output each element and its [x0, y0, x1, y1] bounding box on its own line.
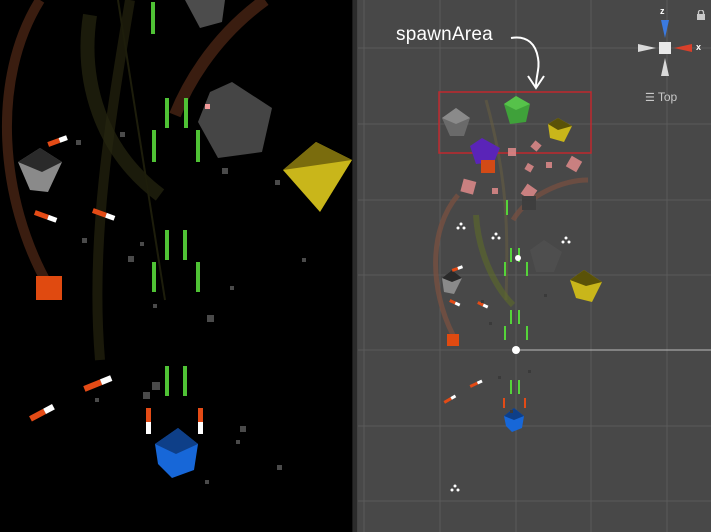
debris-particles — [76, 132, 306, 484]
player-cube — [155, 428, 198, 478]
game-canvas — [1, 0, 352, 484]
scene-cube-gray-mid — [530, 240, 562, 272]
menu-icon: ☰ — [645, 92, 655, 104]
trail-orange — [1, 0, 53, 288]
view-mode-toggle[interactable]: ☰ Top — [645, 90, 677, 104]
scene-cube-yellow — [548, 118, 572, 142]
enemy-cube-gray-top — [185, 0, 225, 28]
scene-player-cube — [504, 408, 524, 432]
scene-cube-dark — [522, 196, 536, 210]
scene-cube-white — [442, 270, 462, 294]
gizmo-axis-x-label: x — [696, 42, 702, 52]
scene-canvas — [358, 0, 711, 532]
game-view[interactable] — [0, 0, 352, 532]
gizmo-axis-z-label: z — [660, 6, 665, 16]
scene-view[interactable]: z x ☰ Top spawnArea — [358, 0, 711, 532]
lock-icon[interactable] — [697, 10, 705, 20]
enemy-cube-yellow — [283, 142, 352, 212]
laser-group — [151, 2, 200, 396]
scene-trail-1 — [433, 193, 460, 337]
pickup-orange — [36, 276, 62, 300]
trail-dim-1 — [92, 0, 135, 361]
annotation-arrow — [510, 36, 540, 87]
spark-pink — [205, 104, 210, 109]
spawn-area-annotation: spawnArea — [396, 24, 493, 45]
enemy-cube-white — [18, 148, 62, 192]
view-mode-label: Top — [657, 90, 678, 104]
scene-cube-orange — [481, 160, 495, 173]
scene-debris — [481, 294, 547, 413]
orientation-gizmo-icon[interactable] — [638, 20, 692, 76]
enemy-cube-gray-large — [198, 82, 272, 158]
scene-pickup-orange — [447, 334, 459, 346]
scene-cube-green — [504, 96, 530, 124]
scene-cube-gray — [442, 108, 470, 136]
